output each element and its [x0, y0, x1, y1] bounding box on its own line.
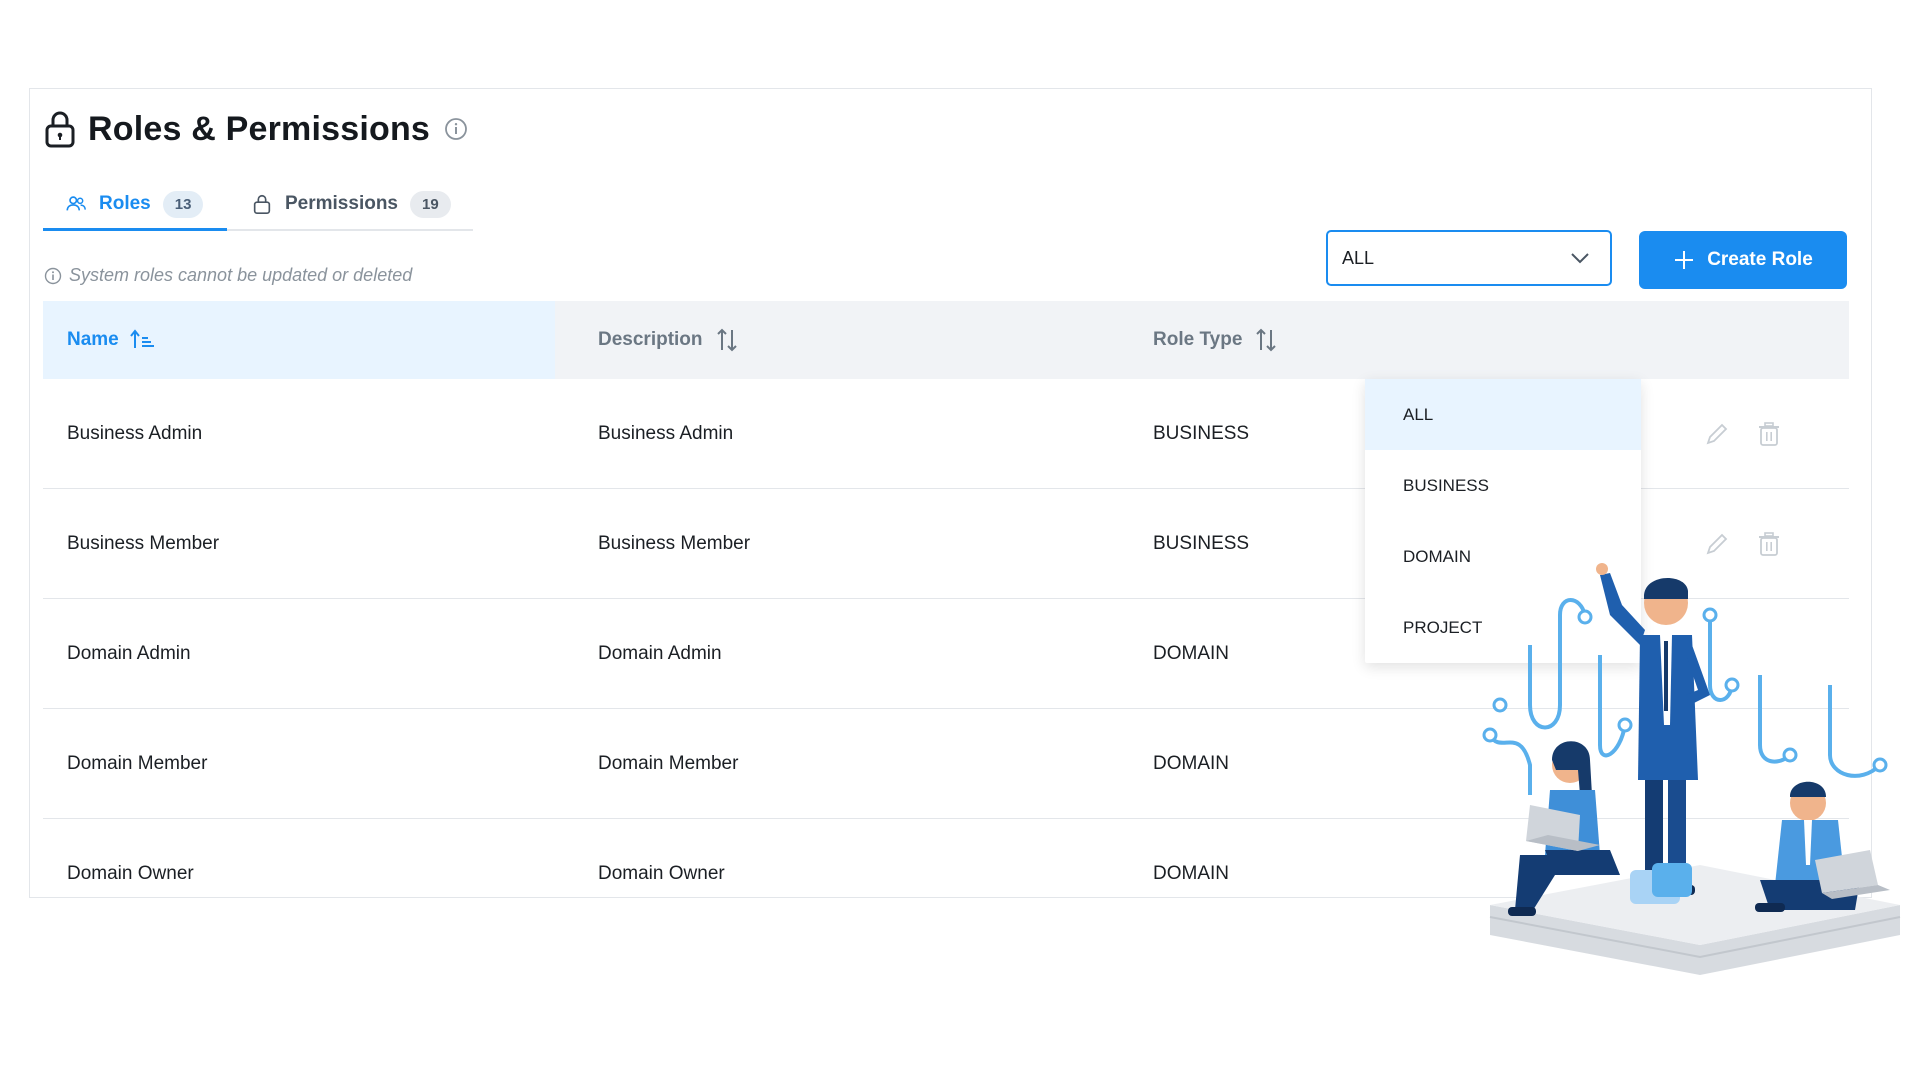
create-role-button[interactable]: Create Role	[1639, 231, 1847, 289]
page-title: Roles & Permissions	[88, 109, 431, 148]
note-text: System roles cannot be updated or delete…	[69, 265, 413, 285]
plus-icon	[1675, 251, 1694, 269]
role-type-filter-select[interactable]: ALL	[1326, 230, 1612, 286]
system-roles-note: System roles cannot be updated or delete…	[44, 265, 412, 286]
tab-permissions[interactable]: Permissions 19	[227, 179, 473, 229]
trash-icon[interactable]	[1757, 421, 1781, 447]
cell-name: Domain Admin	[67, 642, 191, 664]
tab-bar: Roles 13 Permissions 19	[43, 179, 473, 231]
count-badge: 13	[162, 190, 204, 218]
count-badge: 19	[410, 190, 451, 218]
dropdown-option-all[interactable]: ALL	[1365, 379, 1641, 450]
cell-description: Domain Owner	[598, 862, 725, 884]
lock-icon	[253, 194, 271, 214]
column-label: Description	[598, 329, 703, 350]
cell-description: Business Admin	[598, 422, 734, 444]
row-actions	[1703, 420, 1781, 448]
users-icon	[66, 196, 86, 211]
cell-name: Domain Member	[67, 752, 208, 774]
row-actions	[1703, 530, 1781, 558]
trash-icon[interactable]	[1757, 531, 1781, 557]
sort-ascending-icon	[129, 329, 154, 348]
edit-icon[interactable]	[1703, 530, 1731, 558]
select-value: ALL	[1342, 247, 1375, 268]
table-header: Name Description Role Type	[43, 301, 1849, 379]
cell-description: Business Member	[598, 532, 751, 554]
sort-icon	[716, 328, 737, 352]
tab-label: Roles	[99, 193, 151, 214]
dropdown-option-business[interactable]: BUSINESS	[1365, 450, 1641, 521]
cell-name: Domain Owner	[67, 862, 194, 884]
sort-icon	[1256, 328, 1277, 352]
cell-description: Domain Member	[598, 752, 739, 774]
page-header: Roles & Permissions	[44, 107, 468, 151]
cell-description: Domain Admin	[598, 642, 722, 664]
column-label: Name	[67, 329, 119, 350]
info-icon	[44, 267, 62, 284]
edit-icon[interactable]	[1703, 420, 1731, 448]
column-header-name[interactable]: Name	[43, 301, 555, 379]
tab-roles[interactable]: Roles 13	[43, 179, 227, 231]
cell-name: Business Member	[67, 532, 220, 554]
chevron-down-icon	[1571, 253, 1589, 264]
column-header-description[interactable]: Description	[555, 301, 1110, 379]
lock-icon	[45, 111, 75, 148]
create-role-label: Create Role	[1707, 249, 1813, 270]
tab-label: Permissions	[285, 193, 398, 214]
column-label: Role Type	[1153, 329, 1243, 350]
cell-name: Business Admin	[67, 422, 203, 444]
team-illustration	[1482, 563, 1901, 975]
column-header-role-type[interactable]: Role Type	[1110, 301, 1610, 379]
info-icon[interactable]	[444, 117, 468, 141]
